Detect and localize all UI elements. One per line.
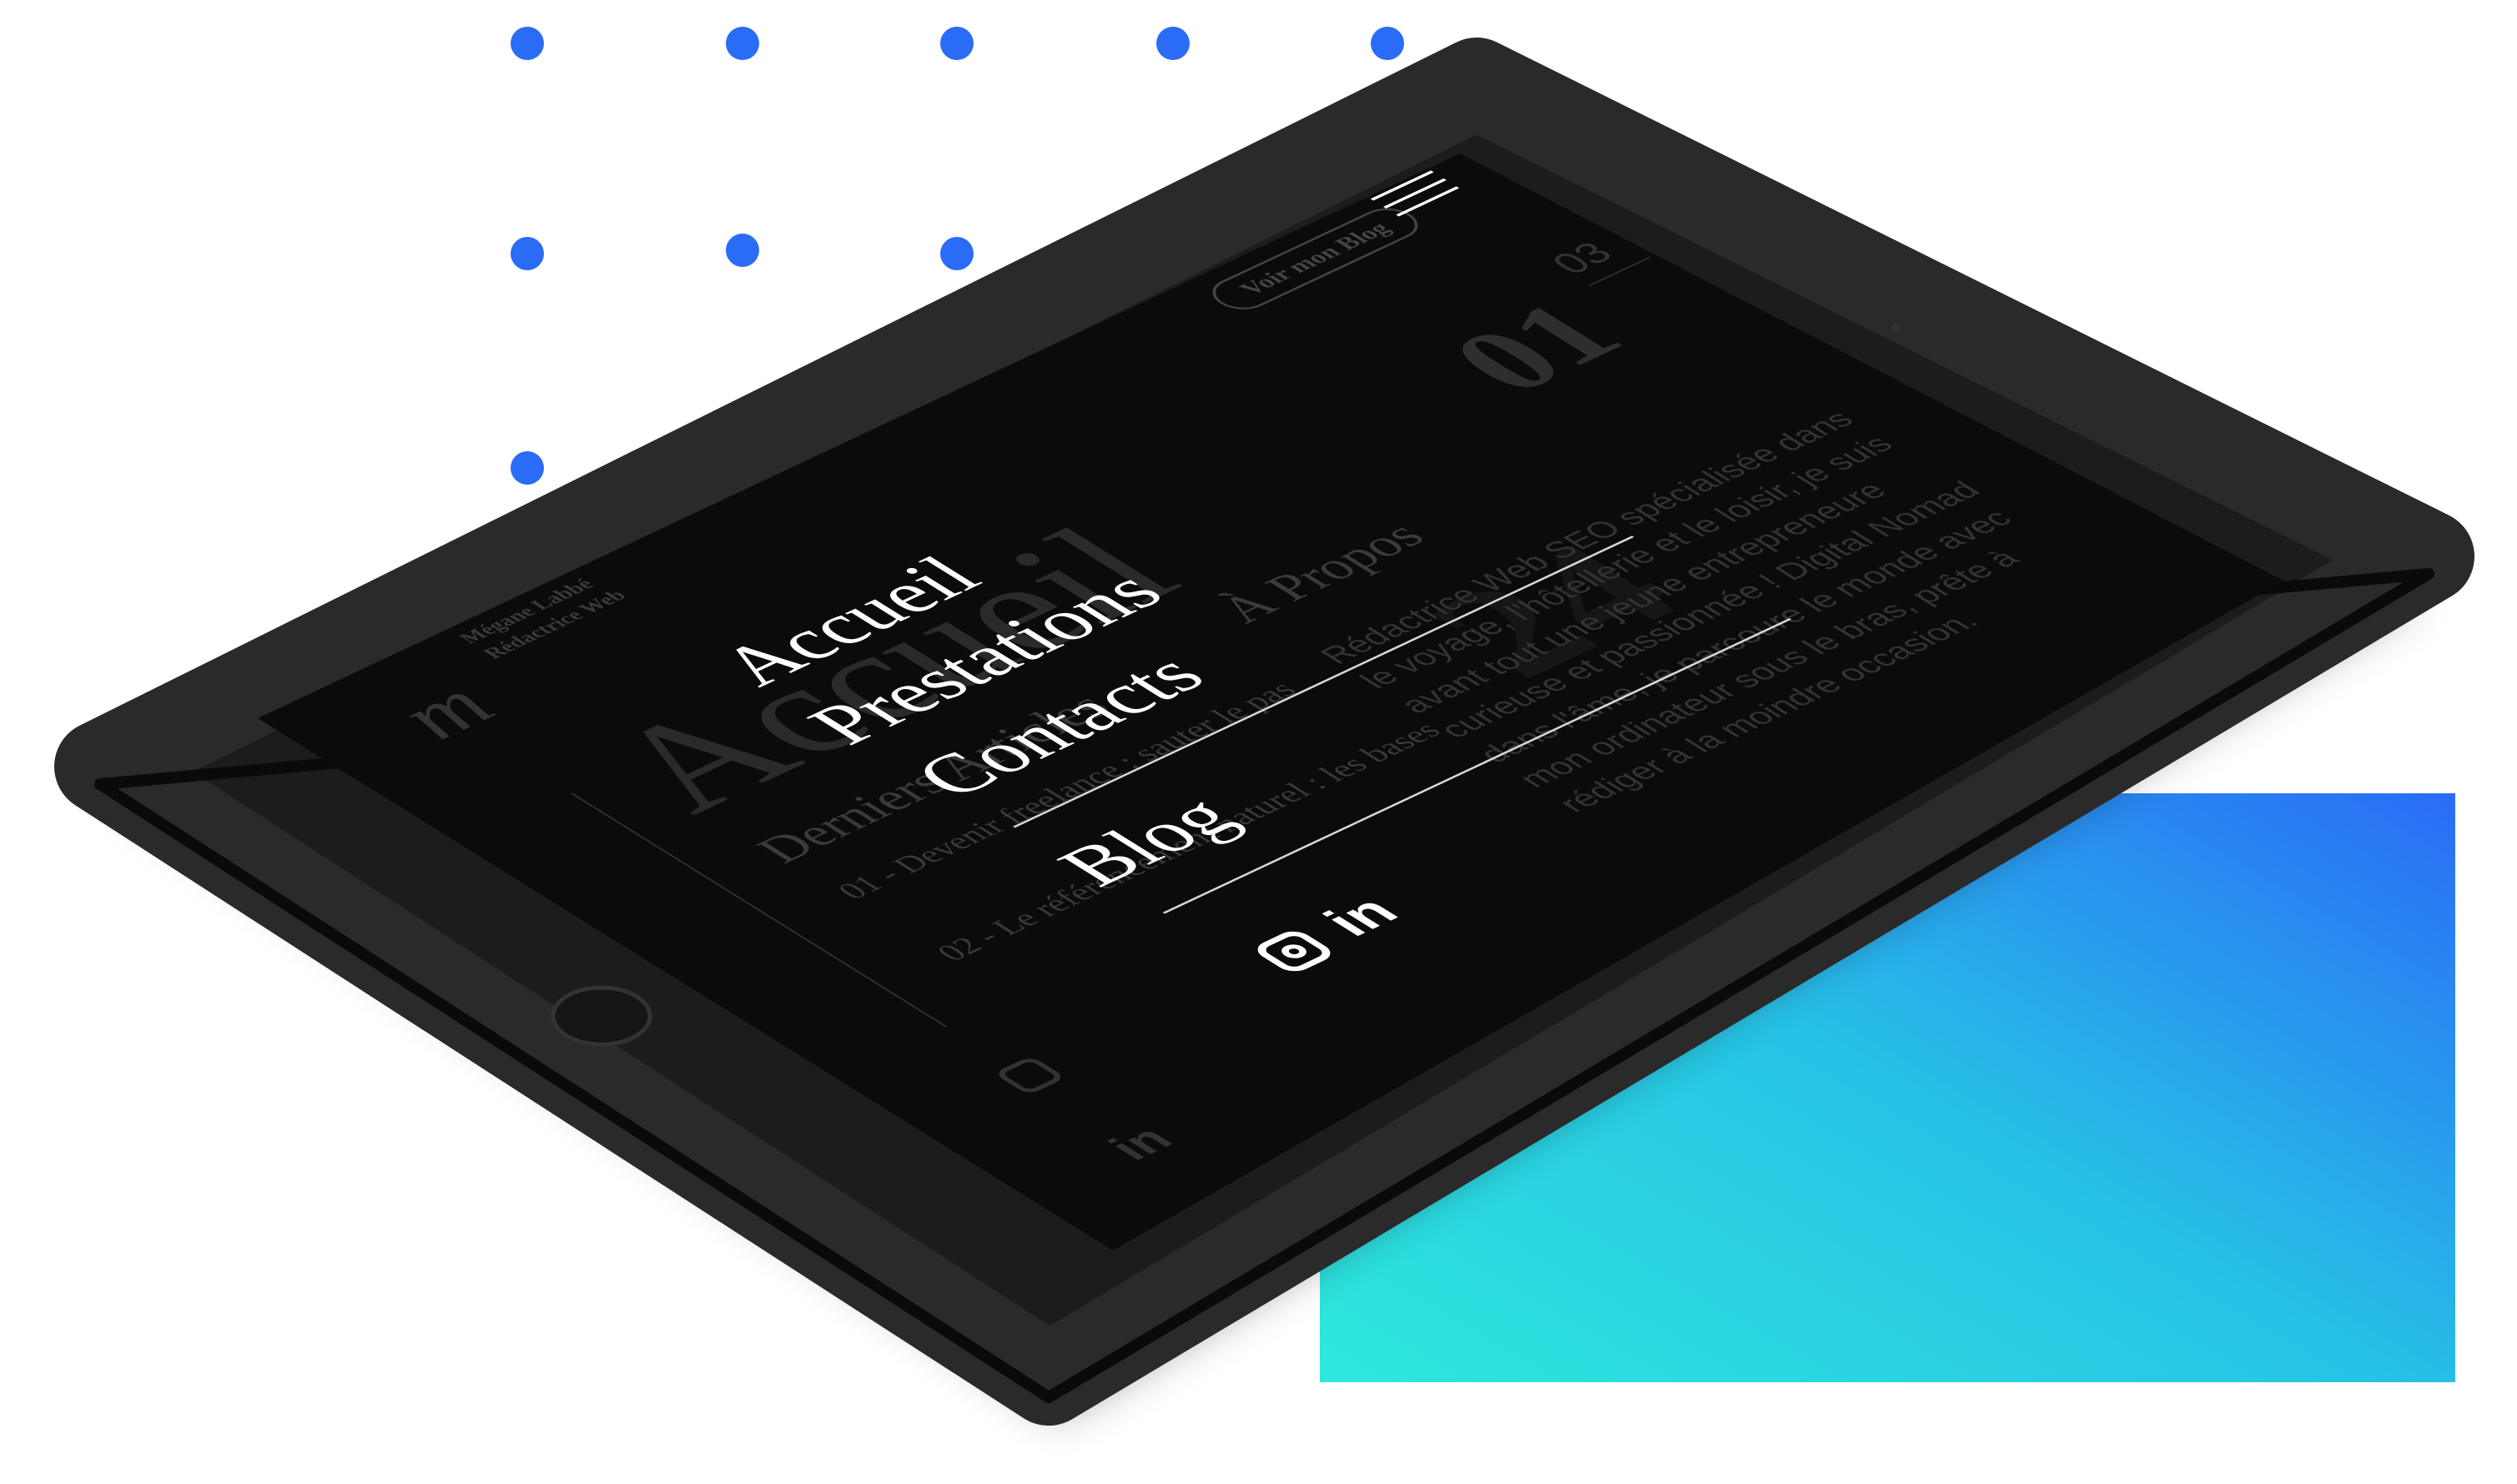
instagram-icon[interactable] [993,1055,1067,1096]
linkedin-icon[interactable]: in [1096,1119,1186,1168]
linkedin-icon[interactable]: in [1310,888,1412,944]
instagram-icon[interactable] [1250,927,1338,976]
home-button [551,985,652,1047]
logo-mark: m [370,669,517,752]
camera [1891,324,1900,332]
slide-current: 01 [1420,284,1652,410]
